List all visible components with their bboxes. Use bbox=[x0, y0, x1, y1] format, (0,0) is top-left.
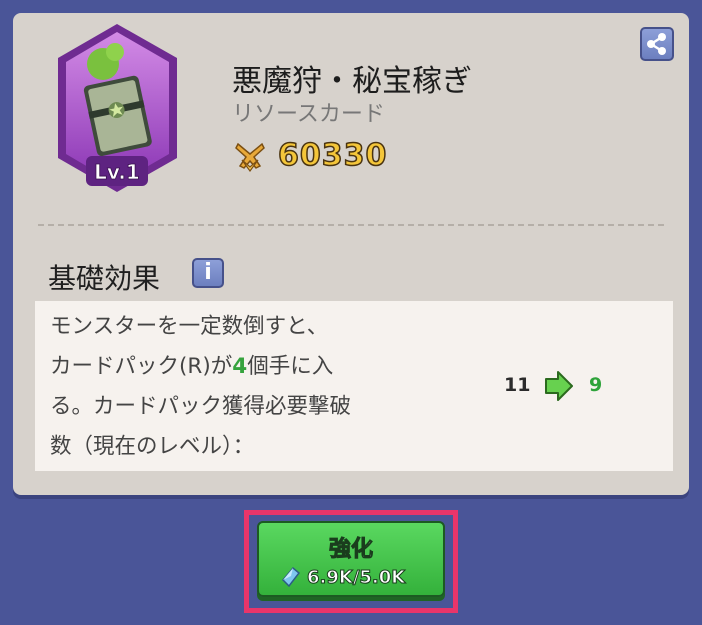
share-button[interactable] bbox=[640, 27, 674, 61]
desc-line-2-text: カードパック(R)が bbox=[50, 354, 233, 379]
desc-line-2: カードパック(R)が4個手に入 bbox=[50, 347, 450, 387]
power-value: 60330 bbox=[277, 137, 388, 174]
upgrade-button[interactable]: 強化 6.9K/5.0K bbox=[257, 521, 445, 597]
resource-card-icon[interactable]: Lv.1 bbox=[55, 22, 180, 194]
card-type: リソースカード bbox=[232, 102, 385, 127]
section-title: 基礎効果 bbox=[48, 262, 161, 295]
desc-line-4: 数（現在のレベル）： bbox=[50, 434, 255, 459]
current-value: 11 bbox=[504, 374, 531, 396]
effect-description: モンスターを一定数倒すと、 カードパック(R)が4個手に入 る。カードパック獲得… bbox=[50, 307, 450, 467]
crossed-swords-icon bbox=[235, 142, 265, 172]
share-icon bbox=[647, 33, 666, 55]
info-icon[interactable]: i bbox=[192, 258, 224, 288]
next-value: 9 bbox=[589, 374, 603, 396]
upgrade-button-label: 強化 bbox=[328, 537, 373, 563]
desc-line-2-rest: 個手に入 bbox=[247, 354, 334, 379]
card-level-label: Lv.1 bbox=[94, 160, 140, 184]
desc-line-3: る。カードパック獲得必要撃破 bbox=[50, 394, 352, 419]
card-title: 悪魔狩・秘宝稼ぎ bbox=[232, 64, 472, 99]
desc-line-1: モンスターを一定数倒すと、 bbox=[50, 314, 329, 339]
gem-icon bbox=[281, 566, 301, 588]
section-divider bbox=[38, 224, 664, 226]
desc-highlight-value: 4 bbox=[232, 354, 248, 379]
upgrade-cost-text: 6.9K/5.0K bbox=[306, 567, 406, 589]
arrow-right-icon bbox=[545, 371, 573, 401]
